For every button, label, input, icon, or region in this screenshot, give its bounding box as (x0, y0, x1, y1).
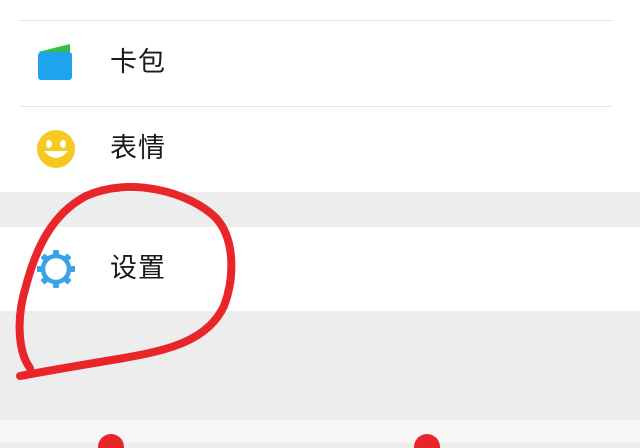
menu-item-stickers[interactable]: 表情 (0, 107, 640, 191)
menu-card-top: 卡包 表情 (0, 0, 640, 192)
smiley-icon (36, 129, 76, 169)
menu-item-card-wallet[interactable]: 卡包 (0, 21, 640, 105)
settings-page: 卡包 表情 设置 (0, 0, 640, 448)
menu-item-label: 表情 (110, 133, 166, 164)
menu-item-settings[interactable]: 设置 (0, 227, 640, 311)
bottom-tab-bar (0, 420, 640, 443)
gear-icon (36, 249, 76, 289)
card-wallet-icon (36, 42, 76, 82)
menu-item-label: 设置 (110, 253, 166, 284)
menu-card-bottom: 设置 (0, 227, 640, 311)
menu-item-label: 卡包 (110, 47, 166, 78)
